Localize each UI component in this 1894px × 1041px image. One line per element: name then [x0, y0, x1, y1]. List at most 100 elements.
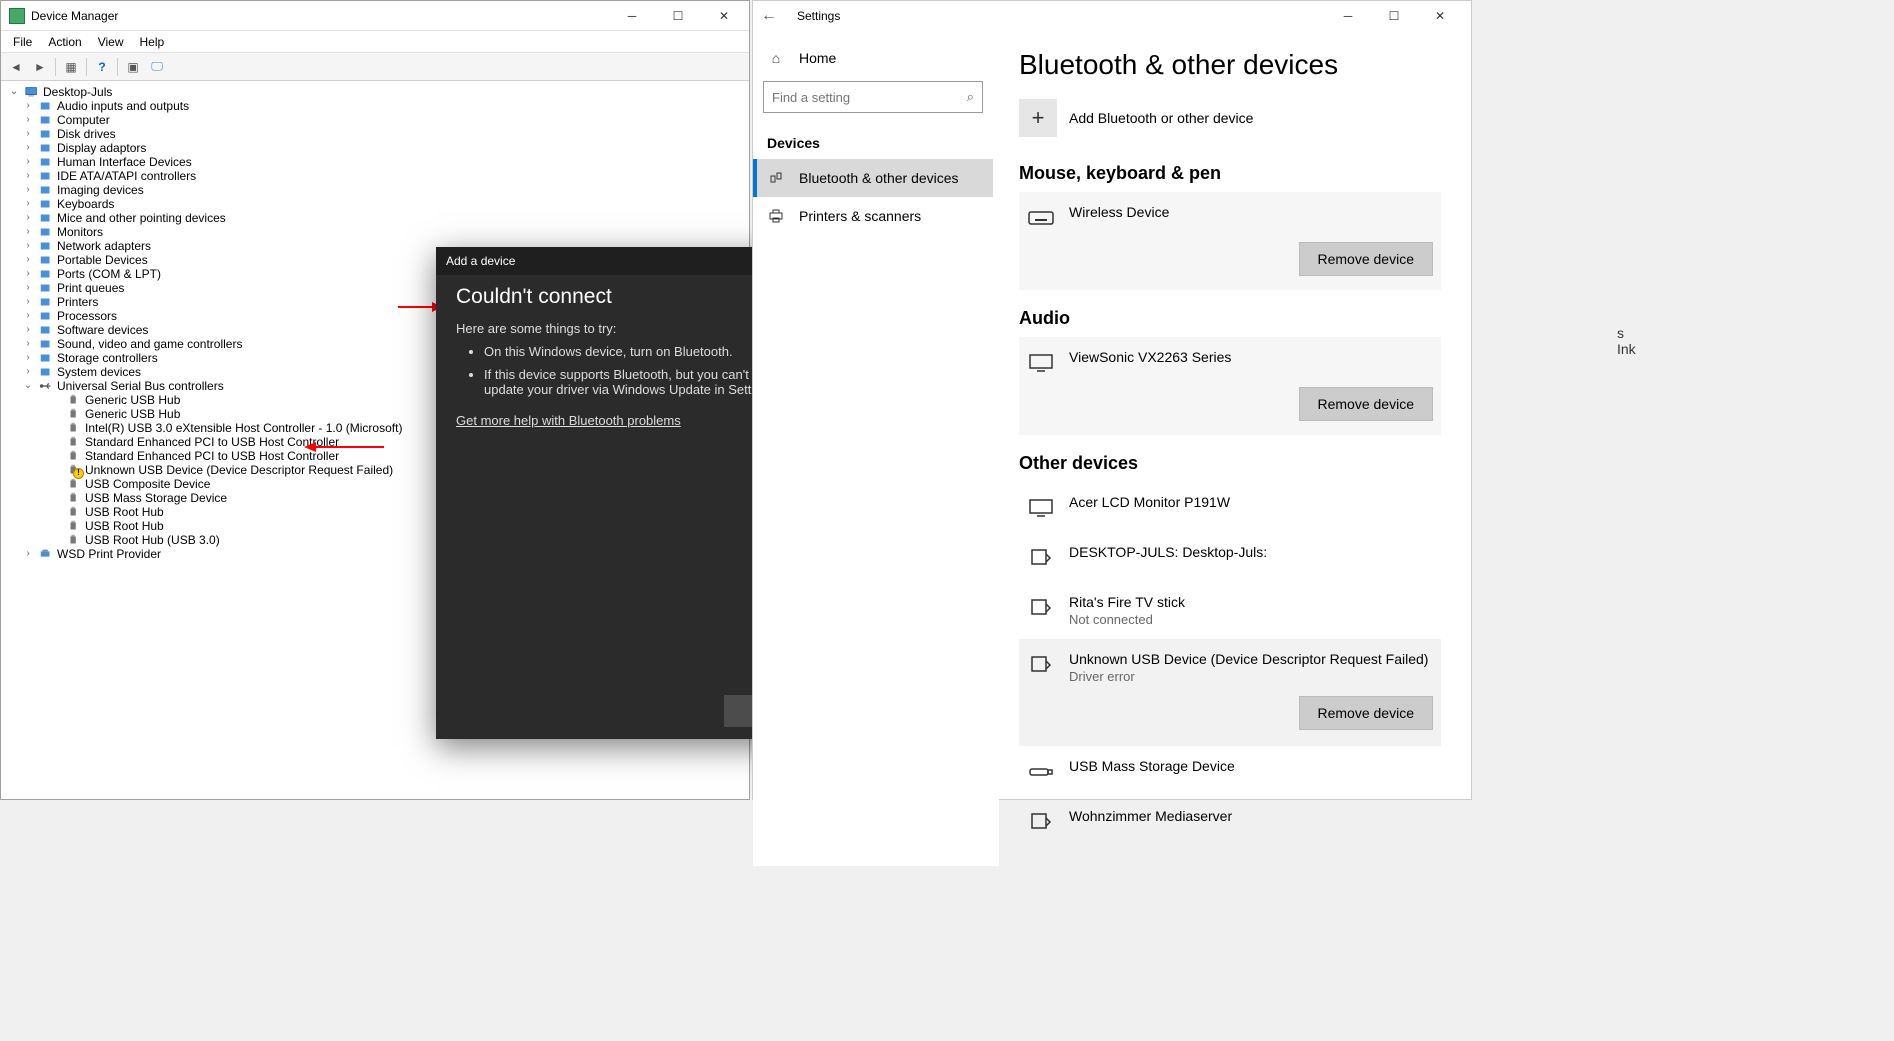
menu-help[interactable]: Help — [132, 33, 173, 51]
settings-body: ⌂ Home ⌕ Devices Bluetooth & other devic… — [753, 31, 1471, 866]
expander-icon[interactable]: › — [21, 267, 35, 281]
section-heading-other: Other devices — [1019, 453, 1441, 474]
device-name: Rita's Fire TV stick — [1069, 594, 1433, 610]
device-row[interactable]: DESKTOP-JULS: Desktop-Juls: — [1019, 532, 1441, 582]
device-status: Not connected — [1069, 612, 1433, 627]
minimize-button[interactable]: ─ — [609, 1, 655, 31]
add-bluetooth-label: Add Bluetooth or other device — [1069, 110, 1253, 126]
tree-category[interactable]: ›Keyboards — [1, 197, 749, 211]
usb-device-icon — [66, 477, 82, 491]
help-icon[interactable]: ? — [91, 56, 113, 78]
tree-category[interactable]: ›Monitors — [1, 225, 749, 239]
expander-icon[interactable]: › — [21, 351, 35, 365]
tree-device-label: Standard Enhanced PCI to USB Host Contro… — [85, 435, 339, 449]
expander-icon[interactable]: ⌄ — [21, 379, 35, 393]
sidebar-search[interactable]: ⌕ — [763, 81, 983, 113]
tree-category[interactable]: ›Display adaptors — [1, 141, 749, 155]
expander-icon[interactable]: › — [21, 253, 35, 267]
expander-icon[interactable]: › — [21, 197, 35, 211]
tree-category[interactable]: ›Computer — [1, 113, 749, 127]
category-icon — [38, 127, 54, 141]
sidebar-item-bluetooth[interactable]: Bluetooth & other devices — [753, 159, 993, 197]
forward-button[interactable]: ► — [29, 56, 51, 78]
expander-icon[interactable]: › — [21, 183, 35, 197]
scan-hardware-icon[interactable]: ▣ — [122, 56, 144, 78]
expander-icon[interactable]: › — [21, 281, 35, 295]
show-hidden-icon[interactable]: ▦ — [60, 56, 82, 78]
device-row[interactable]: USB Mass Storage Device — [1019, 746, 1441, 796]
menu-view[interactable]: View — [90, 33, 132, 51]
usb-device-icon — [66, 491, 82, 505]
tree-category[interactable]: › Imaging devices — [1, 183, 749, 197]
remove-device-button[interactable]: Remove device — [1299, 387, 1434, 421]
settings-window-controls: ─ ☐ ✕ — [1325, 1, 1463, 31]
device-name: DESKTOP-JULS: Desktop-Juls: — [1069, 544, 1433, 560]
expander-icon[interactable]: › — [21, 309, 35, 323]
expander-icon[interactable]: ⌄ — [7, 85, 21, 99]
expander-icon[interactable]: › — [21, 337, 35, 351]
expander-icon[interactable]: › — [21, 323, 35, 337]
device-row[interactable]: Rita's Fire TV stick Not connected — [1019, 582, 1441, 639]
tree-category[interactable]: › Human Interface Devices — [1, 155, 749, 169]
usb-device-icon — [66, 393, 82, 407]
tree-category-label: Human Interface Devices — [57, 155, 192, 169]
device-name: Wireless Device — [1069, 204, 1433, 220]
devmgr-window-controls: ─ ☐ ✕ — [609, 1, 747, 31]
sidebar-item-label: Bluetooth & other devices — [799, 170, 959, 186]
expander-icon[interactable]: › — [21, 239, 35, 253]
expander-icon[interactable]: › — [21, 155, 35, 169]
add-bluetooth-button[interactable]: + Add Bluetooth or other device — [1019, 99, 1441, 137]
menu-action[interactable]: Action — [40, 33, 89, 51]
device-row[interactable]: Acer LCD Monitor P191W — [1019, 482, 1441, 532]
minimize-button[interactable]: ─ — [1325, 1, 1371, 31]
tree-category[interactable]: ›Disk drives — [1, 127, 749, 141]
device-name: Unknown USB Device (Device Descriptor Re… — [1069, 651, 1433, 667]
monitor-icon[interactable]: 🖵 — [146, 56, 168, 78]
tree-device-label: USB Root Hub — [85, 505, 164, 519]
remove-device-button[interactable]: Remove device — [1299, 242, 1434, 276]
category-icon — [38, 295, 54, 309]
device-row[interactable]: Unknown USB Device (Device Descriptor Re… — [1019, 639, 1441, 696]
expander-icon[interactable]: › — [21, 169, 35, 183]
expander-icon[interactable]: › — [21, 127, 35, 141]
sidebar-item-printers[interactable]: Printers & scanners — [753, 197, 993, 235]
device-row[interactable]: Wireless Device — [1019, 192, 1441, 242]
category-icon — [38, 309, 54, 323]
close-button[interactable]: ✕ — [701, 1, 747, 31]
close-button[interactable]: ✕ — [1417, 1, 1463, 31]
expander-icon[interactable]: › — [21, 113, 35, 127]
menu-file[interactable]: File — [5, 33, 40, 51]
maximize-button[interactable]: ☐ — [1371, 1, 1417, 31]
tree-category-label: Imaging devices — [57, 183, 144, 197]
page-title: Bluetooth & other devices — [1019, 49, 1441, 81]
tree-category[interactable]: ›IDE ATA/ATAPI controllers — [1, 169, 749, 183]
remove-device-button[interactable]: Remove device — [1299, 696, 1434, 730]
device-status: Driver error — [1069, 669, 1433, 684]
tree-root[interactable]: ⌄ Desktop-Juls — [1, 85, 749, 99]
expander-icon[interactable]: › — [21, 211, 35, 225]
device-name: USB Mass Storage Device — [1069, 758, 1433, 774]
device-row[interactable]: Wohnzimmer Mediaserver — [1019, 796, 1441, 846]
usb-device-icon — [66, 533, 82, 547]
expander-icon[interactable]: › — [21, 99, 35, 113]
category-icon — [38, 211, 54, 225]
maximize-button[interactable]: ☐ — [655, 1, 701, 31]
device-row[interactable]: ViewSonic VX2263 Series — [1019, 337, 1441, 387]
tree-category[interactable]: ›Audio inputs and outputs — [1, 99, 749, 113]
settings-window: ← Settings ─ ☐ ✕ ⌂ Home ⌕ Devices Blueto… — [752, 0, 1472, 800]
expander-icon[interactable]: › — [21, 225, 35, 239]
category-icon — [38, 225, 54, 239]
expander-icon[interactable]: › — [21, 295, 35, 309]
tree-category[interactable]: ›Mice and other pointing devices — [1, 211, 749, 225]
bluetooth-help-link[interactable]: Get more help with Bluetooth problems — [456, 413, 681, 428]
back-icon[interactable]: ← — [761, 7, 791, 25]
back-button[interactable]: ◄ — [5, 56, 27, 78]
expander-icon[interactable]: › — [21, 141, 35, 155]
search-input[interactable] — [772, 90, 967, 105]
tree-device-label: USB Composite Device — [85, 477, 210, 491]
toolbar-separator — [117, 58, 118, 76]
sidebar-heading-devices: Devices — [753, 127, 993, 159]
expander-icon[interactable]: › — [21, 547, 35, 561]
sidebar-item-home[interactable]: ⌂ Home — [753, 39, 993, 77]
expander-icon[interactable]: › — [21, 365, 35, 379]
